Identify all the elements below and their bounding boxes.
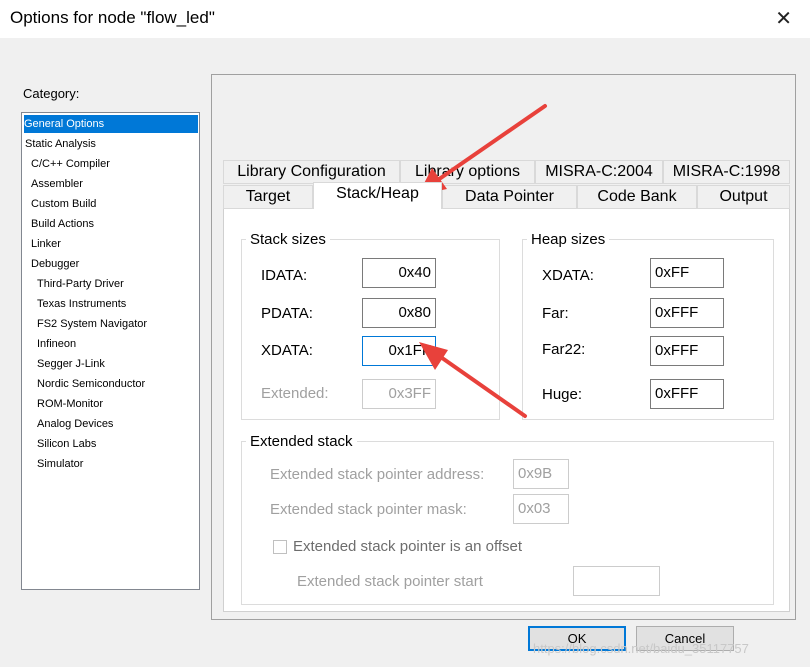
category-item-linker[interactable]: Linker	[31, 235, 61, 253]
category-item-debugger[interactable]: Debugger	[31, 255, 79, 273]
ext-stack-mask-input[interactable]: 0x03	[513, 494, 569, 524]
tab-output[interactable]: Output	[697, 185, 790, 209]
heap-huge-label: Huge:	[542, 386, 583, 403]
heap-xdata-label: XDATA:	[542, 267, 594, 284]
stack-extended-input[interactable]: 0x3FF	[362, 379, 436, 409]
category-item-texas-instruments[interactable]: Texas Instruments	[37, 295, 126, 313]
category-item-nordic-semiconductor[interactable]: Nordic Semiconductor	[37, 375, 145, 393]
stack-pdata-input[interactable]: 0x80	[362, 298, 436, 328]
category-item-static-analysis[interactable]: Static Analysis	[25, 135, 96, 153]
stack-extended-label: Extended:	[261, 385, 329, 402]
category-item-simulator[interactable]: Simulator	[37, 455, 83, 473]
category-item-c-compiler[interactable]: C/C++ Compiler	[31, 155, 110, 173]
category-item-segger-j-link[interactable]: Segger J-Link	[37, 355, 105, 373]
heap-huge-input[interactable]: 0xFFF	[650, 379, 724, 409]
category-item-custom-build[interactable]: Custom Build	[31, 195, 96, 213]
stack-sizes-title: Stack sizes	[246, 231, 330, 248]
stack-xdata-label: XDATA:	[261, 342, 313, 359]
ext-stack-start-input[interactable]	[573, 566, 660, 596]
tab-code-bank[interactable]: Code Bank	[577, 185, 697, 209]
stack-idata-label: IDATA:	[261, 267, 308, 284]
category-label: Category:	[23, 86, 80, 101]
tab-misra-c-1998[interactable]: MISRA-C:1998	[663, 160, 790, 184]
category-item-third-party-driver[interactable]: Third-Party Driver	[37, 275, 124, 293]
tab-library-configuration[interactable]: Library Configuration	[223, 160, 400, 184]
tab-data-pointer[interactable]: Data Pointer	[442, 185, 577, 209]
ext-stack-address-input[interactable]: 0x9B	[513, 459, 569, 489]
options-dialog: Options for node "flow_led" ✕ Category: …	[0, 0, 810, 667]
heap-far22-input[interactable]: 0xFFF	[650, 336, 724, 366]
category-item-rom-monitor[interactable]: ROM-Monitor	[37, 395, 103, 413]
tab-stack-heap[interactable]: Stack/Heap	[313, 182, 442, 209]
heap-far22-label: Far22:	[542, 341, 586, 358]
ext-stack-offset-checkbox[interactable]	[273, 540, 287, 554]
heap-sizes-title: Heap sizes	[527, 231, 610, 248]
tab-library-options[interactable]: Library options	[400, 160, 535, 184]
ext-stack-offset-label: Extended stack pointer is an offset	[293, 538, 523, 555]
category-item-silicon-labs[interactable]: Silicon Labs	[37, 435, 96, 453]
window-title: Options for node "flow_led"	[10, 8, 215, 27]
close-icon[interactable]: ✕	[775, 6, 792, 30]
ext-stack-address-label: Extended stack pointer address:	[270, 466, 485, 483]
heap-far-label: Far:	[542, 305, 569, 322]
stack-pdata-label: PDATA:	[261, 305, 313, 322]
category-item-analog-devices[interactable]: Analog Devices	[37, 415, 113, 433]
ext-stack-start-label: Extended stack pointer start	[297, 573, 483, 590]
tab-target[interactable]: Target	[223, 185, 313, 209]
watermark-text: https://blog.csdn.net/baidu_35117757	[533, 641, 749, 656]
category-item-infineon[interactable]: Infineon	[37, 335, 76, 353]
heap-far-input[interactable]: 0xFFF	[650, 298, 724, 328]
category-item-assembler[interactable]: Assembler	[31, 175, 83, 193]
ext-stack-mask-label: Extended stack pointer mask:	[270, 501, 467, 518]
tab-misra-c-2004[interactable]: MISRA-C:2004	[535, 160, 663, 184]
category-item-general-options[interactable]: General Options	[24, 115, 198, 133]
stack-idata-input[interactable]: 0x40	[362, 258, 436, 288]
title-bar: Options for node "flow_led" ✕	[0, 0, 810, 38]
category-item-fs2-system-navigator[interactable]: FS2 System Navigator	[37, 315, 147, 333]
category-item-build-actions[interactable]: Build Actions	[31, 215, 94, 233]
extended-stack-title: Extended stack	[246, 433, 357, 450]
stack-xdata-input[interactable]: 0x1FF	[362, 336, 436, 366]
heap-xdata-input[interactable]: 0xFF	[650, 258, 724, 288]
category-list[interactable]: General Options Static Analysis C/C++ Co…	[21, 112, 200, 590]
